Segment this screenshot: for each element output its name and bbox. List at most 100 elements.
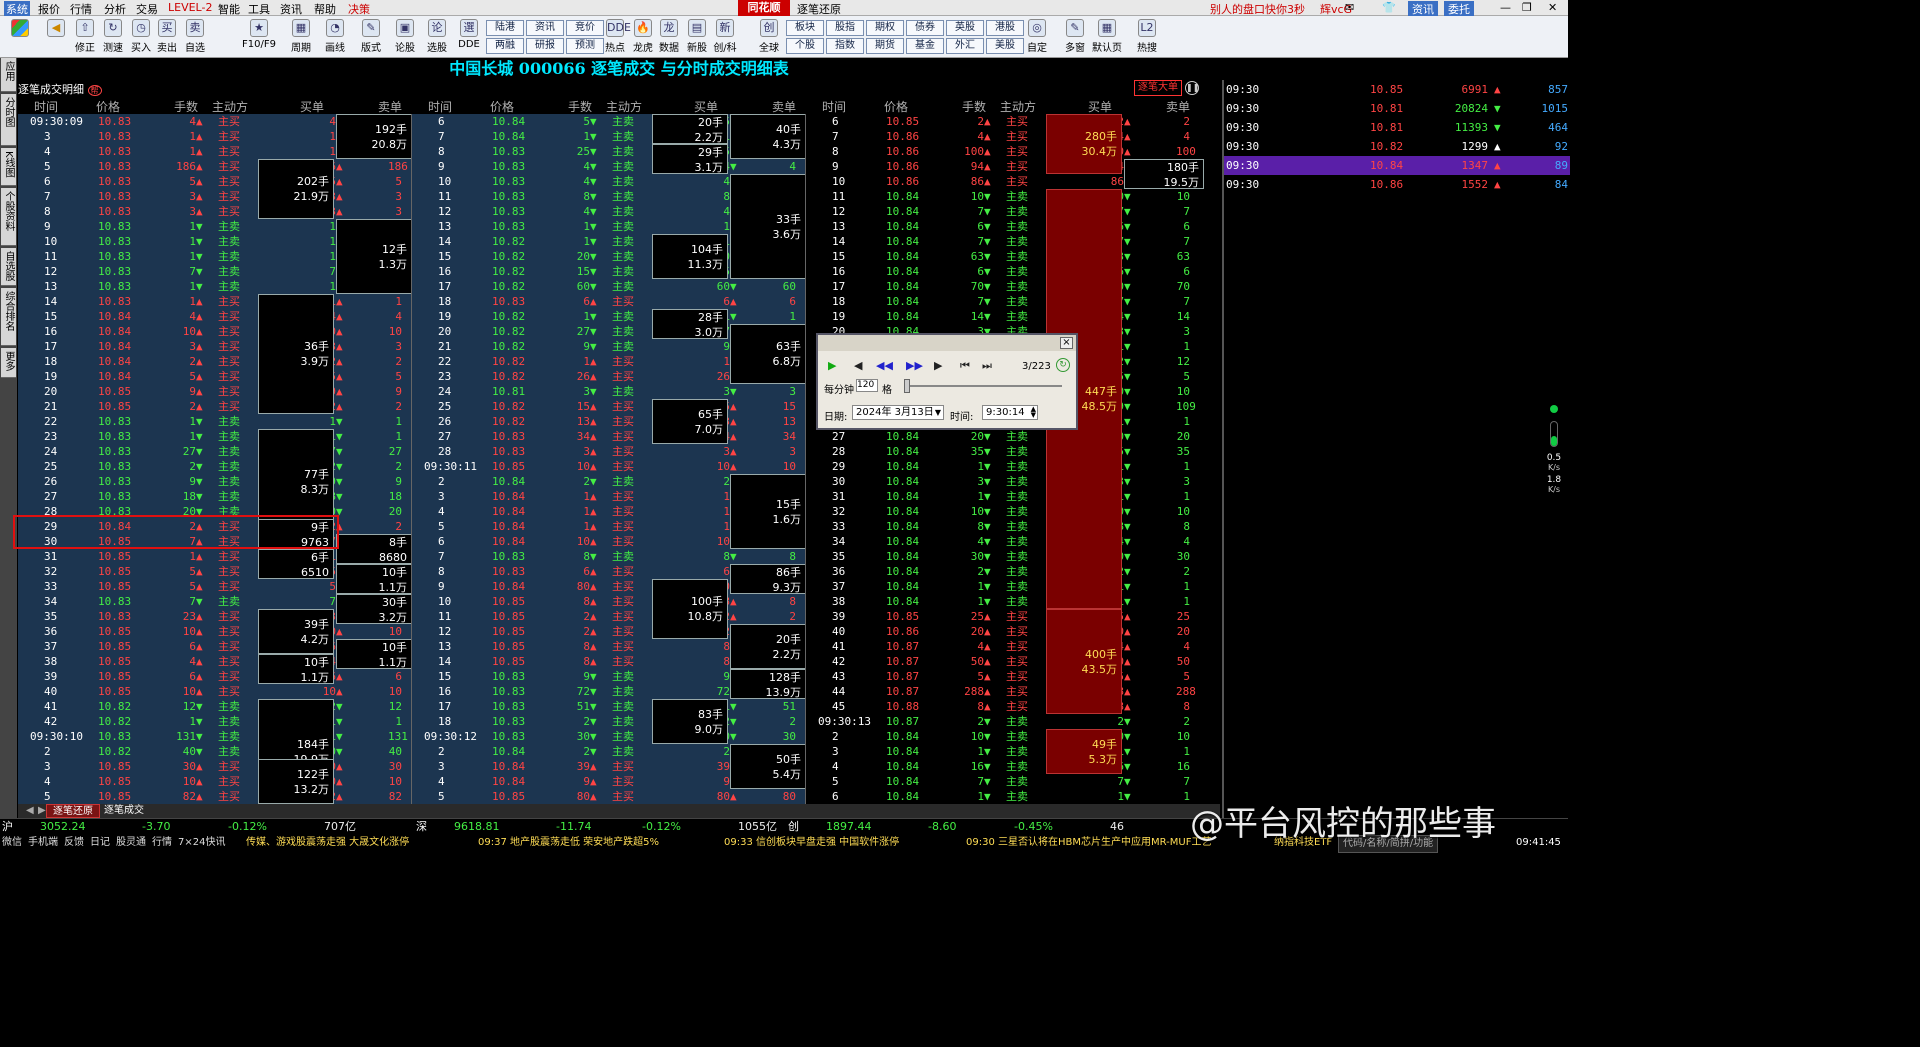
menu-item[interactable]: 决策: [348, 1, 370, 17]
toolbar-button[interactable]: 外汇: [946, 38, 984, 54]
top-button-order[interactable]: 委托: [1444, 1, 1474, 17]
default-page-icon[interactable]: ▦: [1098, 19, 1116, 37]
toolbar-button[interactable]: 个股: [786, 38, 824, 54]
status-item[interactable]: 微信: [2, 835, 22, 851]
speed-test-icon[interactable]: ↻: [104, 19, 122, 37]
menu-item[interactable]: 工具: [248, 1, 270, 17]
side-tab[interactable]: 综合排名: [1, 288, 16, 346]
toolbar-button[interactable]: 港股: [986, 20, 1024, 36]
menu-item[interactable]: 帮助: [314, 1, 336, 17]
layout-icon[interactable]: ✎: [362, 19, 380, 37]
side-tab[interactable]: 分时图: [1, 94, 16, 146]
news-ticker[interactable]: 09:37 地产股震荡走低 荣安地产跌超5%: [478, 835, 659, 851]
side-tab[interactable]: 应用: [1, 58, 16, 92]
news-ticker[interactable]: 09:30 三星否认将在HBM芯片生产中应用MR-MUF工艺: [966, 835, 1211, 851]
toolbar-button[interactable]: 竞价: [566, 20, 604, 36]
toolbar-button[interactable]: 两融: [486, 38, 524, 54]
side-tab[interactable]: K线图: [1, 148, 16, 186]
per-minute-input[interactable]: 120: [856, 379, 878, 392]
fix-icon[interactable]: ⇧: [76, 19, 94, 37]
news-ticker[interactable]: 09:33 信创板块早盘走强 中国软件涨停: [724, 835, 899, 851]
toolbar-button[interactable]: 债券: [906, 20, 944, 36]
shirt-icon[interactable]: 👕: [1382, 1, 1396, 14]
toolbar-item-forum[interactable]: ▣ 论股: [388, 18, 422, 56]
promo-link[interactable]: 别人的盘口快你3秒: [1210, 1, 1305, 17]
toolbar-item-custom[interactable]: ◎ 自定: [1020, 18, 1054, 56]
toolbar-button[interactable]: 陆港: [486, 20, 524, 36]
toolbar-item-hot-search[interactable]: L2 热搜: [1130, 18, 1164, 56]
toolbar-button[interactable]: 板块: [786, 20, 824, 36]
side-tab[interactable]: 更多: [1, 348, 16, 378]
last-icon[interactable]: ⏭: [982, 359, 992, 373]
data-icon[interactable]: 龙: [660, 19, 678, 37]
menu-item[interactable]: 智能: [218, 1, 240, 17]
status-item[interactable]: 7×24快讯: [178, 835, 225, 851]
hotspot-icon[interactable]: DDE: [606, 19, 631, 37]
stock-pick-icon[interactable]: 论: [428, 19, 446, 37]
menu-item[interactable]: 分析: [104, 1, 126, 17]
tab-trades[interactable]: 逐笔成交: [98, 804, 150, 818]
menu-level2[interactable]: LEVEL-2: [168, 1, 212, 14]
forum-icon[interactable]: ▣: [396, 19, 414, 37]
toolbar-item-period[interactable]: ▦ 周期: [284, 18, 318, 56]
first-icon[interactable]: ⏮: [960, 359, 970, 373]
toolbar-button[interactable]: 美股: [986, 38, 1024, 54]
mail-icon[interactable]: ✉: [1345, 1, 1354, 14]
custom-icon[interactable]: ◎: [1028, 19, 1046, 37]
toolbar-button[interactable]: 期权: [866, 20, 904, 36]
index-name[interactable]: 沪: [2, 819, 13, 835]
index-name[interactable]: 深: [416, 819, 427, 835]
toolbar-item-layout[interactable]: ✎ 版式: [354, 18, 388, 56]
tab-replay[interactable]: 逐笔还原: [46, 804, 100, 818]
status-item[interactable]: 手机端: [28, 835, 58, 851]
speed-slider-thumb[interactable]: [904, 379, 910, 393]
status-item[interactable]: 日记: [90, 835, 110, 851]
fast-forward-icon[interactable]: ▶▶: [906, 359, 923, 372]
toolbar-button[interactable]: 研报: [526, 38, 564, 54]
date-picker[interactable]: 2024年 3月13日 ▼: [852, 405, 944, 420]
toolbar-item-draw-line[interactable]: ◔ 画线: [318, 18, 352, 56]
pause-icon[interactable]: ❚❚: [1185, 81, 1199, 95]
buy-icon[interactable]: ◷: [132, 19, 150, 37]
dragon-tiger-icon[interactable]: 🔥: [634, 19, 652, 37]
news-ticker[interactable]: 传媒、游戏股震荡走强 大晟文化涨停: [246, 835, 409, 851]
big-order-button[interactable]: 逐笔大单: [1134, 80, 1182, 96]
multi-window-icon[interactable]: ✎: [1066, 19, 1084, 37]
close-button[interactable]: ×: [1060, 337, 1073, 349]
toolbar-button[interactable]: 股指: [826, 20, 864, 36]
step-back-icon[interactable]: ◀: [854, 359, 862, 372]
toolbar-button[interactable]: 基金: [906, 38, 944, 54]
favorite-icon[interactable]: 卖: [186, 19, 204, 37]
refresh-icon[interactable]: ↻: [1056, 358, 1070, 372]
draw-line-icon[interactable]: ◔: [326, 19, 344, 37]
toolbar-button[interactable]: 资讯: [526, 20, 564, 36]
toolbar-item-f10[interactable]: ★ F10/F9: [242, 18, 276, 56]
chevron-down-icon[interactable]: ▼: [935, 406, 941, 419]
menu-item[interactable]: 交易: [136, 1, 158, 17]
sell-icon[interactable]: 买: [158, 19, 176, 37]
toolbar-item-default-page[interactable]: ▦ 默认页: [1090, 18, 1124, 56]
f10-icon[interactable]: ★: [250, 19, 268, 37]
close-icon[interactable]: ✕: [1548, 1, 1557, 14]
toolbar-button[interactable]: 期货: [866, 38, 904, 54]
spinner-icon[interactable]: ▲ ▼: [1031, 406, 1036, 419]
play-icon[interactable]: ▶: [828, 359, 836, 372]
toolbar-item-stock-pick[interactable]: 论选股: [420, 18, 454, 56]
toolbar-item-global[interactable]: 创全球: [752, 18, 786, 56]
maximize-icon[interactable]: ❐: [1522, 1, 1532, 14]
minimize-icon[interactable]: —: [1500, 1, 1511, 14]
menu-item[interactable]: 系统: [4, 1, 30, 17]
global-icon[interactable]: 创: [760, 19, 778, 37]
toolbar-item-dde[interactable]: 選 DDE: [452, 18, 486, 56]
back-icon[interactable]: ◀: [44, 18, 68, 56]
toolbar-button[interactable]: 指数: [826, 38, 864, 54]
dde-icon[interactable]: 選: [460, 19, 478, 37]
hot-search-icon[interactable]: L2: [1138, 19, 1156, 37]
step-forward-icon[interactable]: ▶: [934, 359, 942, 372]
menu-item[interactable]: 行情: [70, 1, 92, 17]
rewind-icon[interactable]: ◀◀: [876, 359, 893, 372]
top-button-news[interactable]: 资讯: [1408, 1, 1438, 17]
menu-item[interactable]: 报价: [38, 1, 60, 17]
app-logo-icon[interactable]: [6, 18, 34, 56]
menu-item[interactable]: 资讯: [280, 1, 302, 17]
